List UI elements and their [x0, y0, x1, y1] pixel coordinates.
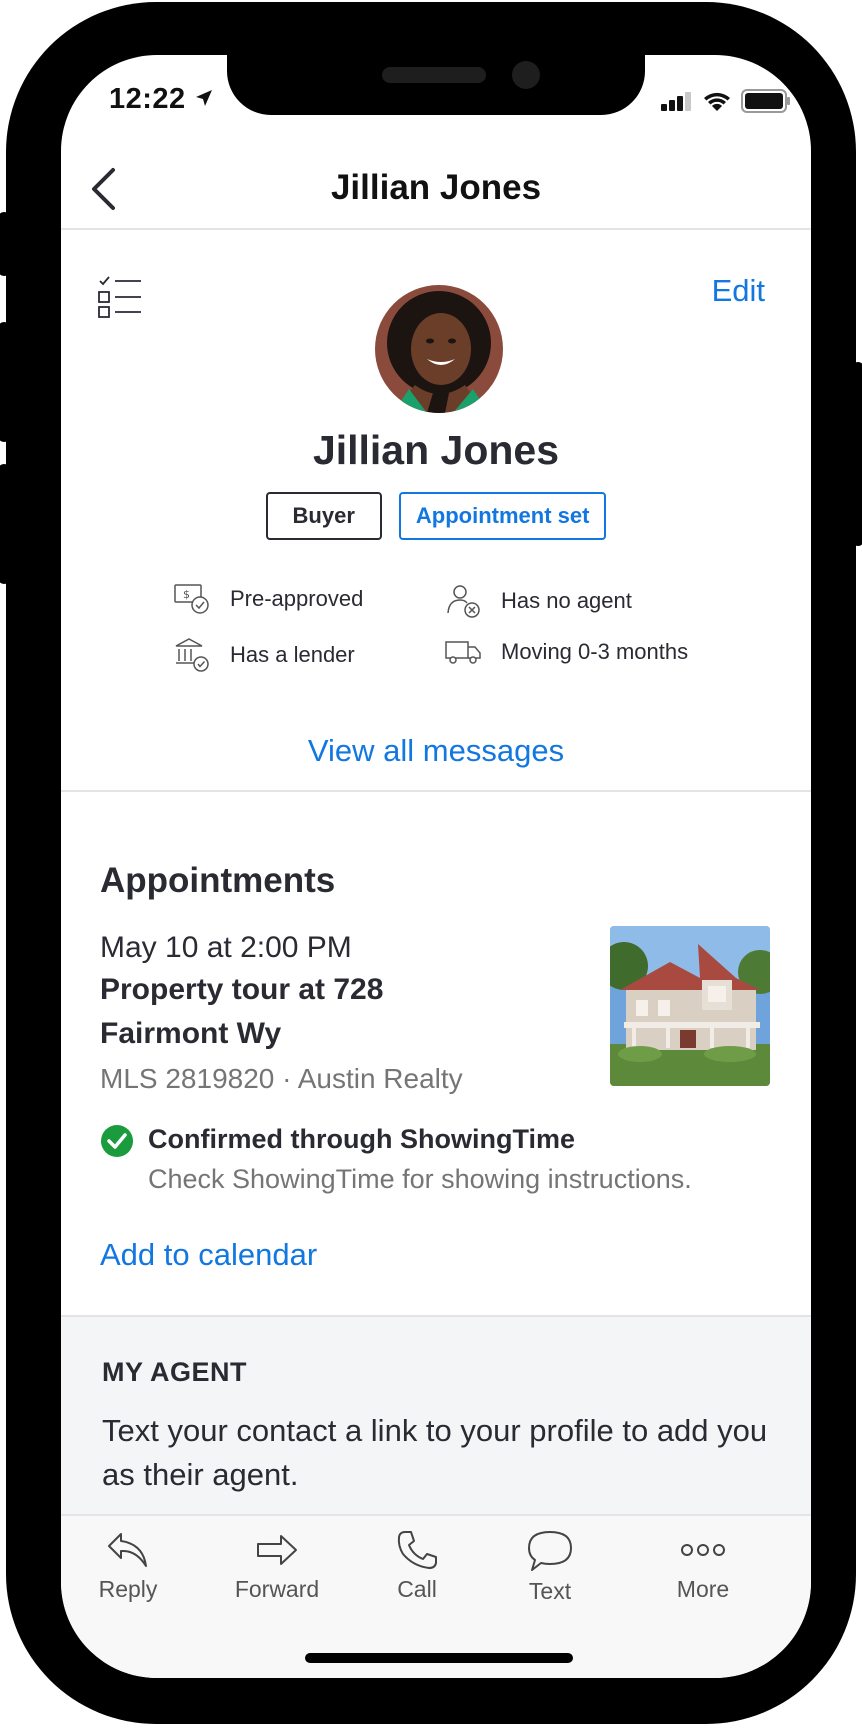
- wifi-icon: [704, 92, 730, 111]
- bank-check-icon: [175, 638, 209, 672]
- attribute-label: Has no agent: [501, 588, 632, 613]
- attribute-label: Has a lender: [230, 642, 355, 667]
- more-label: More: [676, 1576, 730, 1602]
- attribute-moving-timeline: Moving 0-3 months: [445, 637, 688, 667]
- person-x-icon: [447, 585, 480, 618]
- profile-name: Jillian Jones: [312, 427, 560, 473]
- screen: 12:22 Jillian Jones Edit Jillian Jones B…: [61, 55, 811, 1678]
- edit-link[interactable]: Edit: [712, 273, 765, 309]
- call-label: Call: [397, 1576, 437, 1602]
- page-title: Jillian Jones: [330, 168, 542, 207]
- power-button: [852, 362, 862, 546]
- silent-switch: [0, 212, 10, 276]
- add-to-calendar-link[interactable]: Add to calendar: [100, 1237, 317, 1273]
- speaker: [382, 67, 486, 83]
- avatar: [375, 285, 503, 413]
- view-all-messages-link[interactable]: View all messages: [61, 733, 811, 769]
- my-agent-section: MY AGENT Text your contact a link to you…: [61, 1315, 811, 1515]
- appointments-heading: Appointments: [100, 861, 336, 900]
- attribute-pre-approved: $ Pre-approved: [174, 583, 363, 615]
- text-label: Text: [528, 1578, 572, 1604]
- money-check-icon: $: [174, 584, 209, 614]
- reply-label: Reply: [98, 1576, 158, 1602]
- camera: [512, 61, 540, 89]
- attribute-has-lender: Has a lender: [174, 637, 355, 673]
- status-time: 12:22: [109, 83, 186, 115]
- forward-icon: [257, 1535, 297, 1565]
- appointment-set-badge: Appointment set: [398, 492, 607, 540]
- text-button[interactable]: Text: [490, 1530, 610, 1605]
- buyer-badge: Buyer: [265, 492, 382, 540]
- svg-text:$: $: [183, 588, 190, 601]
- my-agent-text: Text your contact a link to your profile…: [102, 1413, 768, 1492]
- call-button[interactable]: Call: [357, 1530, 477, 1603]
- confirmation-title: Confirmed through ShowingTime: [148, 1124, 575, 1154]
- phone-frame: 12:22 Jillian Jones Edit Jillian Jones B…: [0, 2, 862, 1724]
- more-button[interactable]: More: [643, 1530, 763, 1603]
- volume-up-button: [0, 322, 10, 442]
- phone-icon: [397, 1531, 437, 1569]
- forward-label: Forward: [234, 1576, 320, 1602]
- check-circle-icon: [100, 1124, 134, 1163]
- section-divider: [61, 790, 811, 792]
- battery-icon: [741, 89, 790, 113]
- checklist-icon[interactable]: [97, 275, 143, 324]
- truck-icon: [445, 641, 481, 664]
- appointment-mls: MLS 2819820 · Austin Realty: [100, 1063, 463, 1094]
- appointment-date: May 10 at 2:00 PM: [100, 931, 352, 964]
- reply-button[interactable]: Reply: [68, 1530, 188, 1603]
- reply-icon: [108, 1533, 147, 1567]
- attribute-label: Pre-approved: [230, 586, 364, 611]
- badges: Buyer Appointment set: [61, 492, 811, 540]
- my-agent-heading: MY AGENT: [102, 1357, 248, 1387]
- attribute-has-no-agent: Has no agent: [445, 583, 632, 619]
- forward-button[interactable]: Forward: [217, 1530, 337, 1603]
- cellular-signal-icon: [661, 92, 691, 111]
- home-indicator[interactable]: [305, 1653, 573, 1663]
- volume-down-button: [0, 464, 10, 584]
- attribute-label: Moving 0-3 months: [501, 639, 689, 664]
- notch: [227, 55, 645, 115]
- property-photo[interactable]: [610, 926, 770, 1086]
- status-icons: [661, 89, 791, 113]
- nav-bar: Jillian Jones: [61, 150, 811, 230]
- chat-bubble-icon: [528, 1531, 572, 1571]
- confirmation-subtitle: Check ShowingTime for showing instructio…: [148, 1164, 692, 1194]
- more-icon: [681, 1544, 725, 1556]
- appointment-title[interactable]: Property tour at 728 Fairmont Wy: [100, 968, 520, 1056]
- location-arrow-icon: [194, 88, 214, 113]
